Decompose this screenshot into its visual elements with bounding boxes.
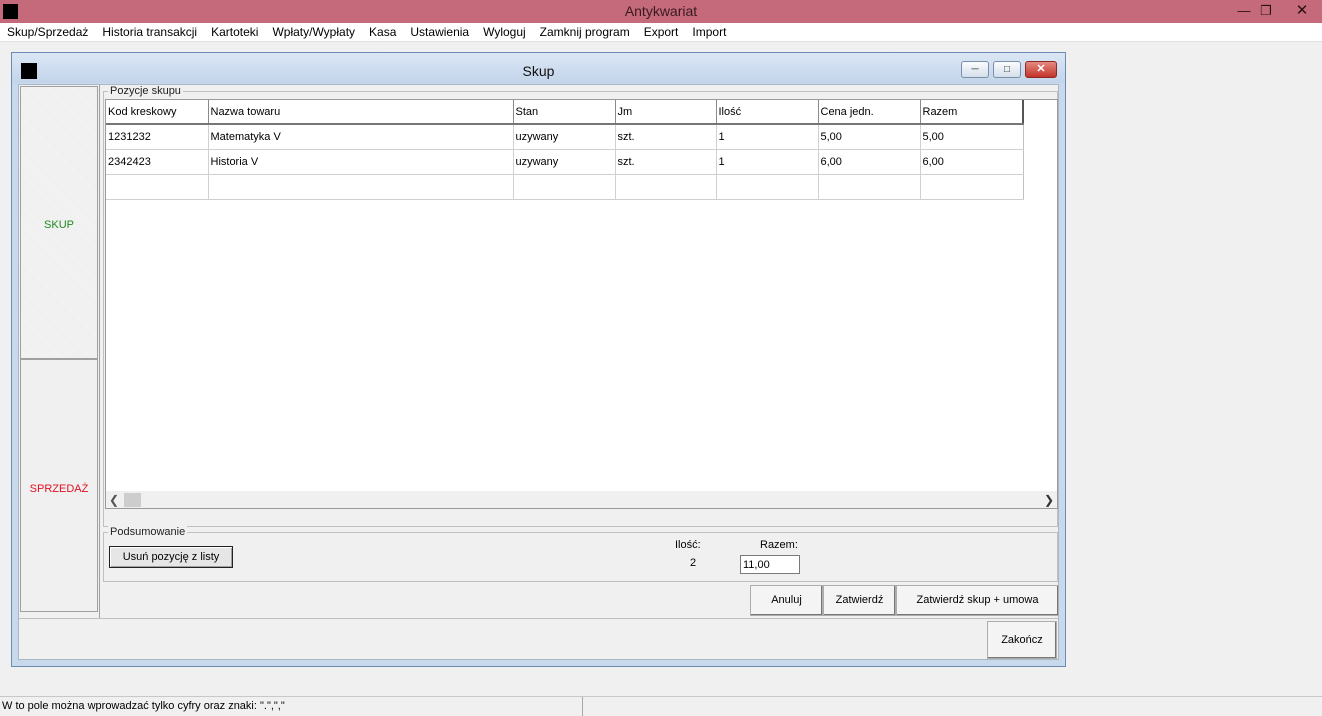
column-header[interactable]: Kod kreskowy (106, 100, 209, 125)
table-cell[interactable] (716, 174, 819, 200)
quantity-value: 2 (690, 557, 697, 569)
table-cell[interactable]: 5,00 (818, 124, 921, 150)
status-bar: W to pole można wprowadzać tylko cyfry o… (0, 696, 1322, 716)
column-header[interactable]: Razem (920, 100, 1024, 125)
table-cell[interactable]: szt. (615, 124, 717, 150)
column-header[interactable]: Cena jedn. (818, 100, 921, 125)
window-maximize-icon[interactable]: □ (993, 61, 1021, 78)
tab-skup-label: SKUP (44, 219, 74, 231)
menu-export[interactable]: Export (637, 23, 686, 41)
column-header[interactable]: Jm (615, 100, 717, 125)
app-titlebar: Antykwariat — ❐ ✕ (0, 0, 1322, 23)
column-header[interactable]: Stan (513, 100, 616, 125)
table-cell[interactable]: 1 (716, 149, 819, 175)
table-cell[interactable]: Matematyka V (208, 124, 514, 150)
tab-sprzedaz[interactable]: SPRZEDAŻ (20, 359, 98, 612)
restore-icon[interactable]: ❐ (1252, 0, 1280, 21)
tab-sprzedaz-label: SPRZEDAŻ (29, 483, 89, 495)
table-cell[interactable]: 1 (716, 124, 819, 150)
total-field[interactable] (740, 555, 800, 574)
quantity-label: Ilość: (675, 539, 701, 551)
app-title: Antykwariat (624, 3, 698, 19)
table-cell[interactable]: 6,00 (920, 149, 1024, 175)
window-close-icon[interactable]: ✕ (1025, 61, 1057, 78)
menu-import[interactable]: Import (685, 23, 733, 41)
table-row-empty[interactable] (106, 174, 1024, 200)
menu-zamknij-program[interactable]: Zamknij program (533, 23, 637, 41)
positions-legend: Pozycje skupu (108, 85, 183, 97)
table-cell[interactable] (513, 174, 616, 200)
close-icon[interactable]: ✕ (1288, 0, 1316, 21)
column-header[interactable]: Nazwa towaru (208, 100, 514, 125)
scroll-left-icon[interactable]: ❮ (109, 493, 119, 507)
summary-legend: Podsumowanie (108, 526, 188, 538)
table-cell[interactable] (208, 174, 514, 200)
side-tabs: SKUP SPRZEDAŻ (20, 86, 98, 612)
table-cell[interactable]: 1231232 (106, 124, 209, 150)
confirm-button[interactable]: Zatwierdź (823, 585, 896, 616)
menu-skup-sprzedaz[interactable]: Skup/Sprzedaż (0, 23, 95, 41)
summary-group: Podsumowanie Usuń pozycję z listy Ilość:… (103, 526, 1058, 582)
table-cell[interactable]: 6,00 (818, 149, 921, 175)
table-header-row: Kod kreskowy Nazwa towaru Stan Jm Ilość … (106, 100, 1024, 125)
table-cell[interactable] (106, 174, 209, 200)
table-cell[interactable]: uzywany (513, 149, 616, 175)
scroll-thumb[interactable] (124, 493, 141, 507)
table-cell[interactable] (818, 174, 921, 200)
menu-historia-transakcji[interactable]: Historia transakcji (95, 23, 204, 41)
bottom-strip: Zakończ (19, 618, 1058, 660)
main-area: Pozycje skupu Kod kreskowy Nazwa towaru … (99, 85, 1059, 618)
skup-window: Skup ─ □ ✕ SKUP SPRZEDAŻ Pozycje skupu K… (11, 52, 1066, 667)
status-message: W to pole można wprowadzać tylko cyfry o… (2, 700, 285, 712)
positions-table: Kod kreskowy Nazwa towaru Stan Jm Ilość … (106, 100, 1024, 200)
status-separator (582, 697, 583, 716)
menu-wyloguj[interactable]: Wyloguj (476, 23, 533, 41)
positions-grid[interactable]: Kod kreskowy Nazwa towaru Stan Jm Ilość … (105, 99, 1058, 509)
table-row[interactable]: 1231232 Matematyka V uzywany szt. 1 5,00… (106, 124, 1024, 150)
menu-kasa[interactable]: Kasa (362, 23, 403, 41)
table-cell[interactable]: 5,00 (920, 124, 1024, 150)
table-cell[interactable]: 2342423 (106, 149, 209, 175)
table-cell[interactable]: szt. (615, 149, 717, 175)
skup-window-titlebar[interactable]: Skup ─ □ ✕ (12, 53, 1065, 83)
menu-kartoteki[interactable]: Kartoteki (204, 23, 265, 41)
table-cell[interactable] (920, 174, 1024, 200)
window-minimize-icon[interactable]: ─ (961, 61, 989, 78)
menu-wplaty-wyplaty[interactable]: Wpłaty/Wypłaty (265, 23, 362, 41)
total-label: Razem: (760, 539, 798, 551)
column-header[interactable]: Ilość (716, 100, 819, 125)
cancel-button[interactable]: Anuluj (750, 585, 823, 616)
menu-bar: Skup/Sprzedaż Historia transakcji Kartot… (0, 23, 1322, 42)
table-row[interactable]: 2342423 Historia V uzywany szt. 1 6,00 6… (106, 149, 1024, 175)
remove-position-button[interactable]: Usuń pozycję z listy (109, 546, 233, 568)
finish-button[interactable]: Zakończ (987, 621, 1057, 659)
scroll-right-icon[interactable]: ❯ (1044, 493, 1054, 507)
positions-group: Pozycje skupu Kod kreskowy Nazwa towaru … (103, 85, 1058, 527)
horizontal-scrollbar[interactable]: ❮ ❯ (106, 491, 1057, 508)
table-cell[interactable]: uzywany (513, 124, 616, 150)
tab-skup[interactable]: SKUP (20, 86, 98, 359)
confirm-with-contract-button[interactable]: Zatwierdź skup + umowa (896, 585, 1059, 616)
table-cell[interactable]: Historia V (208, 149, 514, 175)
menu-ustawienia[interactable]: Ustawienia (403, 23, 476, 41)
window-title: Skup (522, 63, 555, 79)
table-cell[interactable] (615, 174, 717, 200)
window-client-area: SKUP SPRZEDAŻ Pozycje skupu Kod kreskowy… (18, 84, 1059, 660)
